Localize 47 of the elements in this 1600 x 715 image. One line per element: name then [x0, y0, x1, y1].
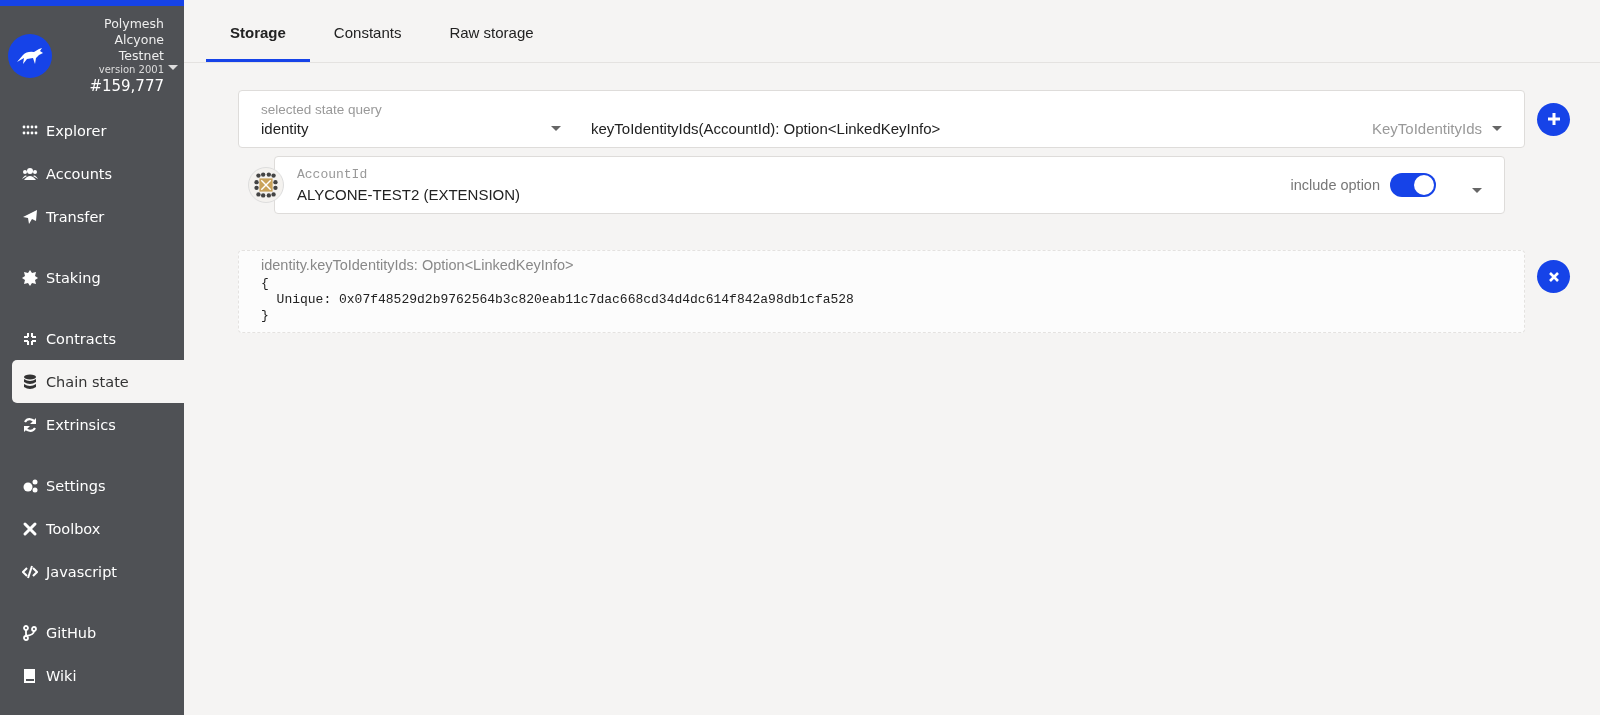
- sidebar-item[interactable]: Staking: [12, 256, 184, 299]
- menu-item-icon: [22, 330, 38, 347]
- menu-item-icon: [22, 416, 38, 433]
- chain-version: version 2001: [97, 64, 164, 75]
- menu-item-icon: [22, 269, 38, 286]
- sidebar-item[interactable]: Transfer: [12, 195, 184, 238]
- code-line: }: [261, 308, 270, 324]
- tab[interactable]: Storage: [206, 0, 310, 62]
- field-label: selected state query: [261, 101, 383, 117]
- code-line: Unique: 0x07f48529d2b9762564b3c820eab11c7dac668cd34d4dc614f842a98db1cfa528: [275, 292, 855, 308]
- add-button[interactable]: [1537, 102, 1570, 136]
- sidebar-item[interactable]: Accounts: [12, 152, 184, 195]
- sidebar-item[interactable]: Explorer: [12, 109, 184, 152]
- sidebar-item[interactable]: Extrinsics: [12, 403, 184, 446]
- menu-item-icon: [22, 563, 38, 580]
- sidebar-item[interactable]: Toolbox: [12, 507, 184, 550]
- menu-item-icon: [22, 667, 38, 684]
- sidebar-item[interactable]: Wiki: [12, 654, 184, 697]
- menu-item-icon: [22, 624, 38, 641]
- menu-item-icon: [22, 165, 38, 182]
- menu-item-icon: [22, 373, 38, 390]
- tab[interactable]: Raw storage: [425, 0, 558, 62]
- module-dropdown[interactable]: identity: [261, 119, 561, 137]
- toggle-label: include option: [1290, 177, 1380, 193]
- result-title: identity.keyToIdentityIds: Option<LinkedKeyInfo>: [261, 257, 575, 273]
- code-line: {: [261, 276, 270, 292]
- block-number: #159,777: [88, 77, 164, 95]
- sidebar-item[interactable]: Javascript: [12, 550, 184, 593]
- menu-item-icon: [22, 477, 38, 494]
- sidebar-item[interactable]: Chain state: [12, 360, 184, 403]
- sidebar-item[interactable]: Settings: [12, 464, 184, 507]
- plus-icon: [1546, 112, 1561, 126]
- account-field[interactable]: AccountId ALYCONE-TEST2 (EXTENSION) include option: [274, 156, 1505, 214]
- account-value: ALYCONE-TEST2 (EXTENSION): [297, 186, 522, 203]
- chain-name: Polymesh Alcyone Testnet: [103, 16, 164, 64]
- close-icon: [1547, 270, 1560, 283]
- sidebar-item[interactable]: GitHub: [12, 611, 184, 654]
- menu-item-icon: [22, 208, 38, 225]
- identicon-icon: [248, 167, 284, 203]
- sidebar-item[interactable]: Contracts: [12, 317, 184, 360]
- field-label: AccountId: [297, 167, 369, 182]
- method-dropdown[interactable]: keyToIdentityIds(AccountId): Option<LinkedKeyInfo> KeyToIdentityIds: [561, 119, 1502, 137]
- include-option-toggle[interactable]: [1390, 173, 1436, 197]
- close-button[interactable]: [1537, 260, 1570, 293]
- caret-icon[interactable]: [1472, 187, 1482, 193]
- tab[interactable]: Constants: [309, 0, 426, 62]
- menu-item-icon: [22, 520, 38, 537]
